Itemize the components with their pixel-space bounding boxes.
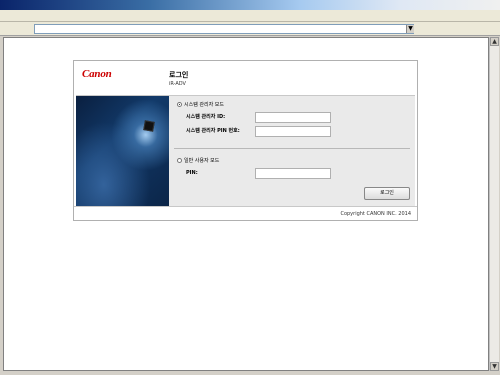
hero-image [76, 96, 169, 207]
card-footer: Copyright CANON INC. 2014 [74, 206, 417, 221]
admin-id-label: 시스템 관리자 ID: [186, 114, 226, 120]
general-mode-label[interactable]: 일반 사용자 모드 [184, 157, 219, 164]
login-form: 시스템 관리자 모드 시스템 관리자 ID: 시스템 관리자 PIN 번호: 일… [169, 96, 415, 207]
login-card: Canon 로그인 iR-ADV 시스템 관리자 모드 시스템 관리자 ID: … [73, 60, 418, 221]
vertical-scrollbar[interactable]: ▲ ▼ [489, 37, 499, 371]
address-bar: ▼ [0, 22, 500, 36]
pin-field[interactable] [255, 168, 331, 179]
general-mode-radio[interactable] [177, 158, 182, 163]
login-button[interactable]: 로그인 [364, 187, 410, 200]
arrow-down-icon: ▼ [492, 363, 497, 370]
title-bar [0, 0, 500, 10]
page-title: 로그인 [169, 71, 189, 79]
card-header: Canon 로그인 iR-ADV [74, 61, 417, 95]
cube-graphic [143, 120, 155, 132]
divider [174, 148, 410, 149]
menu-bar [0, 10, 500, 22]
card-body: 시스템 관리자 모드 시스템 관리자 ID: 시스템 관리자 PIN 번호: 일… [76, 95, 415, 207]
scroll-up-button[interactable]: ▲ [490, 37, 499, 46]
address-input[interactable] [34, 24, 414, 34]
admin-mode-radio[interactable] [177, 102, 182, 107]
scroll-down-button[interactable]: ▼ [490, 362, 499, 371]
device-name: iR-ADV [169, 81, 186, 87]
pin-label: PIN: [186, 170, 198, 176]
admin-id-field[interactable] [255, 112, 331, 123]
arrow-up-icon: ▲ [492, 38, 497, 45]
admin-mode-label[interactable]: 시스템 관리자 모드 [184, 101, 224, 108]
chevron-down-icon: ▼ [408, 25, 413, 32]
admin-pin-label: 시스템 관리자 PIN 번호: [186, 128, 240, 134]
copyright-text: Copyright CANON INC. 2014 [340, 211, 411, 217]
address-dropdown-button[interactable]: ▼ [406, 25, 414, 33]
canon-logo: Canon [82, 68, 112, 80]
admin-pin-field[interactable] [255, 126, 331, 137]
